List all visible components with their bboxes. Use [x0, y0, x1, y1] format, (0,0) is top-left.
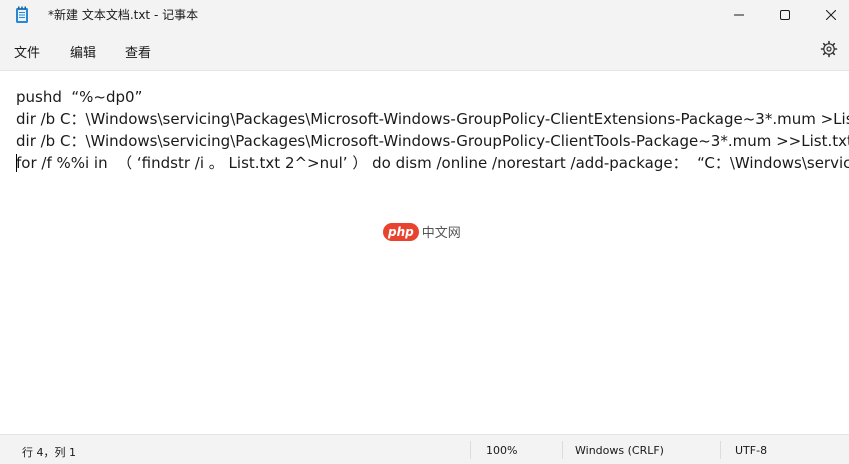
watermark-text: 中文网 [421, 226, 461, 241]
editor-line-3: dir /b C：\Windows\servicing\Packages\Mic… [16, 132, 849, 150]
status-divider [562, 441, 563, 459]
menu-edit[interactable]: 编辑 [70, 42, 96, 61]
gear-icon[interactable] [820, 40, 838, 58]
line-ending[interactable]: Windows (CRLF) [575, 444, 664, 457]
editor-line-1: pushd “%~dp0” [16, 88, 143, 106]
status-bar: 行 4，列 1 100% Windows (CRLF) UTF-8 [0, 434, 849, 464]
status-divider [720, 441, 721, 459]
watermark: php 中文网 [383, 222, 461, 241]
cursor-position: 行 4，列 1 [22, 446, 76, 459]
text-editor[interactable]: pushd “%~dp0” dir /b C：\Windows\servicin… [0, 71, 849, 434]
maximize-button[interactable] [762, 0, 808, 30]
close-button[interactable] [808, 0, 849, 30]
title-bar[interactable]: *新建 文本文档.txt - 记事本 [0, 0, 849, 30]
text-caret [16, 154, 17, 172]
notepad-window: *新建 文本文档.txt - 记事本 文件 编辑 查看 pushd “%~dp0… [0, 0, 849, 464]
minimize-icon [734, 14, 744, 16]
status-divider [470, 441, 471, 459]
window-title: *新建 文本文档.txt - 记事本 [48, 8, 199, 22]
editor-line-4: for /f %%i in （ ‘findstr /i 。 List.txt 2… [16, 154, 849, 172]
encoding[interactable]: UTF-8 [735, 444, 767, 457]
menu-view[interactable]: 查看 [125, 42, 151, 61]
close-icon [826, 10, 836, 20]
watermark-brand: php [383, 222, 419, 241]
menu-file[interactable]: 文件 [14, 42, 40, 61]
maximize-icon [780, 10, 790, 20]
zoom-level[interactable]: 100% [486, 444, 517, 457]
editor-line-2: dir /b C：\Windows\servicing\Packages\Mic… [16, 110, 849, 128]
notepad-icon [16, 6, 28, 23]
minimize-button[interactable] [716, 0, 762, 30]
menu-bar: 文件 编辑 查看 [0, 30, 849, 71]
